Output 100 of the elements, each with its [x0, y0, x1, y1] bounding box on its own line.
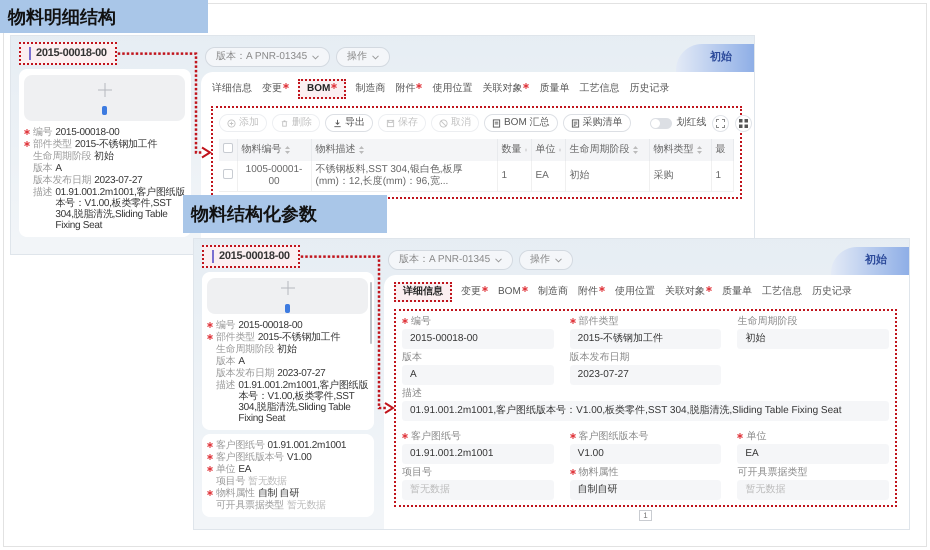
save-icon — [386, 118, 395, 128]
section-title: 物料明细结构 — [0, 0, 208, 33]
field-label: 描述 — [402, 388, 422, 400]
tab[interactable]: 历史记录 — [628, 81, 670, 97]
column-header[interactable]: 物料描述 — [316, 144, 356, 156]
tab[interactable]: BOM — [497, 284, 529, 300]
property-value: A — [238, 356, 245, 368]
property-value: 2015-00018-00 — [238, 320, 302, 332]
expand-button[interactable] — [712, 114, 729, 132]
chevron-down-icon — [555, 258, 562, 262]
table-cell: 采购 — [649, 161, 711, 192]
image-placeholder[interactable] — [207, 278, 368, 314]
input-field[interactable]: 01.91.001.2m1001 — [402, 444, 554, 464]
table-cell: 不锈钢板料,SST 304,银白色,板厚(mm)：12,长度(mm)：96,宽... — [311, 161, 497, 192]
tab[interactable]: 质量单 — [720, 284, 753, 300]
table-cell: 1 — [711, 161, 734, 192]
tab[interactable]: 附件 — [576, 284, 606, 300]
property-label: 编号 — [33, 127, 52, 138]
chevron-down-icon — [495, 258, 502, 262]
table-cell: EA — [531, 161, 565, 192]
sort-icon[interactable] — [358, 146, 364, 154]
checkbox[interactable] — [223, 143, 233, 153]
property-value: 01.91.001.2m1001 — [268, 440, 346, 452]
input-field[interactable]: 初始 — [737, 329, 889, 349]
tab[interactable]: 工艺信息 — [578, 81, 620, 97]
tab[interactable]: 制造商 — [536, 284, 569, 300]
input-field[interactable]: 2023-07-27 — [570, 365, 722, 385]
sort-icon[interactable] — [696, 146, 702, 154]
scrollbar[interactable] — [370, 282, 372, 344]
column-settings-button[interactable] — [734, 114, 752, 132]
image-placeholder[interactable] — [24, 75, 185, 122]
tab[interactable]: BOM — [298, 79, 346, 99]
input-field[interactable]: A — [402, 365, 554, 385]
placeholder-text: 暂无数据 — [248, 476, 287, 488]
document-icon — [570, 118, 580, 128]
tab[interactable]: 工艺信息 — [760, 284, 803, 300]
property-label: 客户图纸版本号 — [216, 452, 284, 464]
section-title: 物料结构化参数 — [183, 195, 387, 233]
property-label: 描述 — [33, 187, 52, 198]
toolbar-button[interactable]: BOM 汇总 — [484, 114, 558, 132]
property-label: 可开具票据类型 — [216, 500, 284, 512]
field-label: 单位 — [746, 431, 766, 443]
property-value: 2015-不锈钢加工件 — [258, 332, 340, 344]
tab[interactable]: 使用位置 — [614, 284, 656, 300]
sort-icon[interactable] — [284, 146, 290, 154]
property-label: 部件类型 — [33, 139, 72, 150]
plus-icon — [96, 82, 112, 98]
tab[interactable]: 历史记录 — [810, 284, 853, 300]
property-value: EA — [238, 464, 252, 476]
chevron-down-icon — [312, 54, 320, 60]
tab[interactable]: 质量单 — [538, 81, 570, 97]
field-label: 可开具票据类型 — [737, 467, 808, 479]
toolbar-button[interactable]: 采购清单 — [562, 114, 631, 132]
property-value: 2023-07-27 — [277, 368, 326, 380]
checkbox[interactable] — [223, 169, 233, 179]
status-badge: 初始 — [831, 247, 909, 275]
plus-circle-icon — [227, 118, 236, 128]
page-number[interactable]: 1 — [639, 510, 652, 521]
property-label: 客户图纸号 — [216, 440, 265, 452]
tab[interactable]: 关联对象 — [481, 81, 530, 97]
status-badge: 初始 — [676, 44, 754, 72]
property-value: 01.91.001.2m1001,客户图纸版本号：V1.00,板类零件,SST 304,脱脂清洗,Sliding Table Fixing Seat — [55, 187, 185, 232]
tab[interactable]: 变更 — [460, 284, 489, 300]
property-label: 版本 — [33, 163, 52, 174]
tab[interactable]: 详细信息 — [211, 81, 253, 97]
property-label: 版本 — [216, 356, 236, 368]
grid-icon — [738, 118, 748, 128]
input-field[interactable]: 2015-00018-00 — [402, 329, 554, 349]
expand-icon — [716, 118, 725, 128]
tab[interactable]: 使用位置 — [431, 81, 474, 97]
tab[interactable]: 变更 — [261, 81, 290, 97]
property-value: 初始 — [277, 344, 297, 356]
placeholder-text: 暂无数据 — [286, 500, 326, 512]
input-field[interactable]: 01.91.001.2m1001,客户图纸版本号：V1.00,板类零件,SST 304,脱脂清洗,Sliding Table Fixing Seat — [402, 401, 889, 421]
table-cell: 1 — [497, 161, 531, 192]
property-label: 生命周期阶段 — [33, 151, 92, 162]
input-field[interactable]: V1.00 — [570, 444, 722, 464]
property-label: 编号 — [216, 320, 236, 332]
field-label: 编号 — [411, 316, 431, 328]
tab[interactable]: 关联对象 — [664, 284, 713, 300]
property-value: 初始 — [94, 151, 114, 162]
input-field[interactable]: EA — [737, 444, 889, 464]
toolbar-button[interactable]: 导出 — [325, 114, 373, 132]
tab[interactable]: 详细信息 — [394, 282, 452, 302]
record-id: 2015-00018-00 — [212, 250, 290, 264]
property-label: 物料属性 — [216, 488, 255, 500]
toggle-switch[interactable] — [650, 118, 672, 128]
property-label: 部件类型 — [216, 332, 255, 344]
record-id: 2015-00018-00 — [29, 47, 107, 60]
input-field[interactable]: 自制自研 — [570, 480, 722, 500]
property-label: 描述 — [216, 380, 236, 392]
sort-icon[interactable] — [632, 146, 638, 154]
tab[interactable]: 附件 — [394, 81, 424, 97]
property-value: V1.00 — [286, 452, 312, 464]
tab[interactable]: 制造商 — [354, 81, 386, 97]
field-label: 客户图纸版本号 — [578, 431, 649, 443]
trash-icon — [280, 118, 289, 128]
input-field[interactable]: 2015-不锈钢加工件 — [570, 329, 722, 349]
document-icon — [492, 118, 501, 128]
property-label: 版本发布日期 — [33, 175, 92, 186]
